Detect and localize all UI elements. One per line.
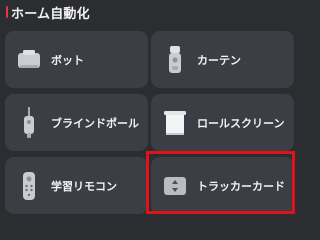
curtain-icon: [161, 44, 189, 76]
device-label: 学習リモコン: [51, 179, 117, 193]
remote-control-icon: [15, 170, 43, 202]
device-card-curtain[interactable]: カーテン: [151, 31, 294, 88]
tracker-card-icon: [161, 170, 189, 202]
device-card-roll-screen[interactable]: ロールスクリーン: [151, 94, 294, 151]
blind-pole-icon: [15, 106, 43, 139]
device-card-tracker[interactable]: トラッカーカード: [151, 157, 294, 214]
section-title: ホーム自動化: [11, 6, 90, 22]
section-header: ホーム自動化: [6, 3, 90, 22]
device-label: ロールスクリーン: [197, 116, 285, 130]
device-label: カーテン: [197, 53, 241, 67]
device-card-blind-pole[interactable]: ブラインドポール: [5, 94, 148, 151]
device-card-remote[interactable]: 学習リモコン: [5, 157, 148, 214]
device-label: ブラインドポール: [51, 116, 139, 130]
section-accent-bar: [6, 6, 8, 18]
bot-icon: [15, 44, 43, 76]
device-label: トラッカーカード: [197, 179, 285, 193]
device-card-bot[interactable]: ボット: [5, 31, 148, 88]
device-label: ボット: [51, 53, 84, 67]
roll-screen-icon: [161, 107, 189, 139]
